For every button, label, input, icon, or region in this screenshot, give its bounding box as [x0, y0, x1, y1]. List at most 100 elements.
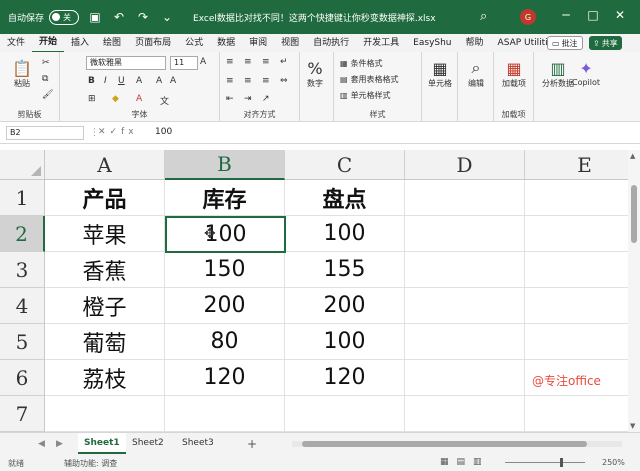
- cell-d1[interactable]: [405, 180, 525, 216]
- search-icon[interactable]: ⌕: [480, 9, 496, 25]
- vertical-scrollbar[interactable]: ▲ ▼: [628, 150, 640, 432]
- phonetic-icon[interactable]: 文: [160, 94, 169, 107]
- font-name-select[interactable]: 微软雅黑: [86, 56, 166, 70]
- align-bottom-icon[interactable]: ≡: [262, 57, 270, 67]
- align-right-icon[interactable]: ≡: [262, 76, 270, 86]
- cell-a7[interactable]: [45, 396, 165, 432]
- italic-icon[interactable]: I: [104, 76, 107, 86]
- column-header-d[interactable]: D: [405, 150, 525, 180]
- wrap-text-icon[interactable]: ↵: [280, 57, 288, 67]
- cell-c6[interactable]: 120: [285, 360, 405, 396]
- row-header-3[interactable]: 3: [0, 252, 45, 288]
- indent-decrease-icon[interactable]: ⇤: [226, 94, 234, 104]
- fill-color-icon[interactable]: ◆: [112, 94, 119, 104]
- format-as-table-button[interactable]: ▤ 套用表格格式: [340, 74, 399, 85]
- zoom-slider[interactable]: [505, 458, 585, 467]
- cell-e2[interactable]: [525, 216, 628, 252]
- formula-input[interactable]: 100: [155, 127, 172, 137]
- cell-a1[interactable]: 产品: [45, 180, 165, 216]
- align-top-icon[interactable]: ≡: [226, 57, 234, 67]
- sheet-tab-sheet3[interactable]: Sheet3: [176, 433, 220, 454]
- cell-c4[interactable]: 200: [285, 288, 405, 324]
- minimize-icon[interactable]: ─: [558, 8, 574, 22]
- tab-file[interactable]: 文件: [0, 34, 32, 52]
- tab-formulas[interactable]: 公式: [178, 34, 210, 52]
- comments-button[interactable]: ▭ 批注: [547, 36, 583, 50]
- row-header-7[interactable]: 7: [0, 396, 45, 432]
- vertical-scroll-thumb[interactable]: [631, 185, 637, 243]
- tab-developer[interactable]: 开发工具: [356, 34, 406, 52]
- cell-d6[interactable]: [405, 360, 525, 396]
- sheet-tab-sheet2[interactable]: Sheet2: [126, 433, 170, 454]
- cell-e1[interactable]: [525, 180, 628, 216]
- number-format-button[interactable]: % 数字: [305, 58, 325, 89]
- cells-button[interactable]: ▦ 单元格: [428, 58, 452, 89]
- indent-increase-icon[interactable]: ⇥: [244, 94, 252, 104]
- cell-c3[interactable]: 155: [285, 252, 405, 288]
- row-header-1[interactable]: 1: [0, 180, 45, 216]
- cell-d3[interactable]: [405, 252, 525, 288]
- cell-a3[interactable]: 香蕉: [45, 252, 165, 288]
- copilot-button[interactable]: ✦ Copilot: [572, 58, 600, 88]
- align-middle-icon[interactable]: ≡: [244, 57, 252, 67]
- share-button[interactable]: ⇪ 共享: [589, 36, 622, 50]
- paste-button[interactable]: 📋 粘贴: [12, 58, 32, 89]
- copy-icon[interactable]: ⧉: [42, 74, 48, 84]
- cell-a5[interactable]: 葡萄: [45, 324, 165, 360]
- row-header-5[interactable]: 5: [0, 324, 45, 360]
- scroll-up-icon[interactable]: ▲: [630, 152, 635, 160]
- row-header-6[interactable]: 6: [0, 360, 45, 396]
- font-size-select[interactable]: 11: [170, 56, 198, 70]
- view-buttons-icon[interactable]: ▦▤▥: [440, 457, 490, 467]
- cell-c5[interactable]: 100: [285, 324, 405, 360]
- orientation-icon[interactable]: ↗: [262, 94, 270, 104]
- merge-icon[interactable]: ⇔: [280, 76, 288, 86]
- cell-e3[interactable]: [525, 252, 628, 288]
- addins-button[interactable]: ▦ 加载项: [502, 58, 526, 89]
- align-center-icon[interactable]: ≡: [244, 76, 252, 86]
- analyze-data-button[interactable]: ▥ 分析数据: [542, 58, 574, 89]
- avatar[interactable]: G: [520, 9, 536, 25]
- tab-view[interactable]: 视图: [274, 34, 306, 52]
- scroll-down-icon[interactable]: ▼: [630, 422, 635, 430]
- column-header-c[interactable]: C: [285, 150, 405, 180]
- tab-review[interactable]: 审阅: [242, 34, 274, 52]
- maximize-icon[interactable]: □: [585, 8, 601, 22]
- cell-a4[interactable]: 橙子: [45, 288, 165, 324]
- align-left-icon[interactable]: ≡: [226, 76, 234, 86]
- cell-b2-selected[interactable]: 100: [165, 216, 286, 253]
- row-header-2[interactable]: 2: [0, 216, 45, 252]
- editing-button[interactable]: ⌕ 编辑: [466, 58, 486, 89]
- customize-toolbar-icon[interactable]: ⌄: [159, 9, 175, 25]
- cell-c1[interactable]: 盘点: [285, 180, 405, 216]
- cell-e5[interactable]: [525, 324, 628, 360]
- cell-styles-button[interactable]: ▥ 单元格样式: [340, 90, 391, 101]
- underline-icon[interactable]: U: [118, 76, 125, 86]
- select-all-corner[interactable]: [0, 150, 45, 180]
- tab-draw[interactable]: 绘图: [96, 34, 128, 52]
- cell-d5[interactable]: [405, 324, 525, 360]
- font-size-down-icon[interactable]: A: [170, 76, 176, 86]
- row-header-4[interactable]: 4: [0, 288, 45, 324]
- cell-b6[interactable]: 120: [165, 360, 285, 396]
- font-grow-icon[interactable]: A: [200, 57, 206, 67]
- cell-b7[interactable]: [165, 396, 285, 432]
- cut-icon[interactable]: ✂: [42, 58, 50, 68]
- horizontal-scrollbar[interactable]: [292, 441, 622, 447]
- strikethrough-icon[interactable]: A: [136, 76, 142, 86]
- conditional-format-button[interactable]: ▦ 条件格式: [340, 58, 383, 69]
- column-header-b[interactable]: B: [165, 150, 285, 180]
- cell-b1[interactable]: 库存: [165, 180, 285, 216]
- name-box[interactable]: B2: [6, 126, 84, 140]
- horizontal-scroll-thumb[interactable]: [302, 441, 587, 447]
- font-color-icon[interactable]: A: [136, 94, 142, 104]
- column-header-a[interactable]: A: [45, 150, 165, 180]
- cell-c2[interactable]: 100: [285, 216, 405, 252]
- close-icon[interactable]: ✕: [612, 8, 628, 22]
- add-sheet-button[interactable]: +: [247, 437, 257, 451]
- cell-d4[interactable]: [405, 288, 525, 324]
- zoom-level[interactable]: 250%: [602, 458, 625, 467]
- undo-icon[interactable]: ↶: [111, 9, 127, 25]
- cell-d7[interactable]: [405, 396, 525, 432]
- cell-b4[interactable]: 200: [165, 288, 285, 324]
